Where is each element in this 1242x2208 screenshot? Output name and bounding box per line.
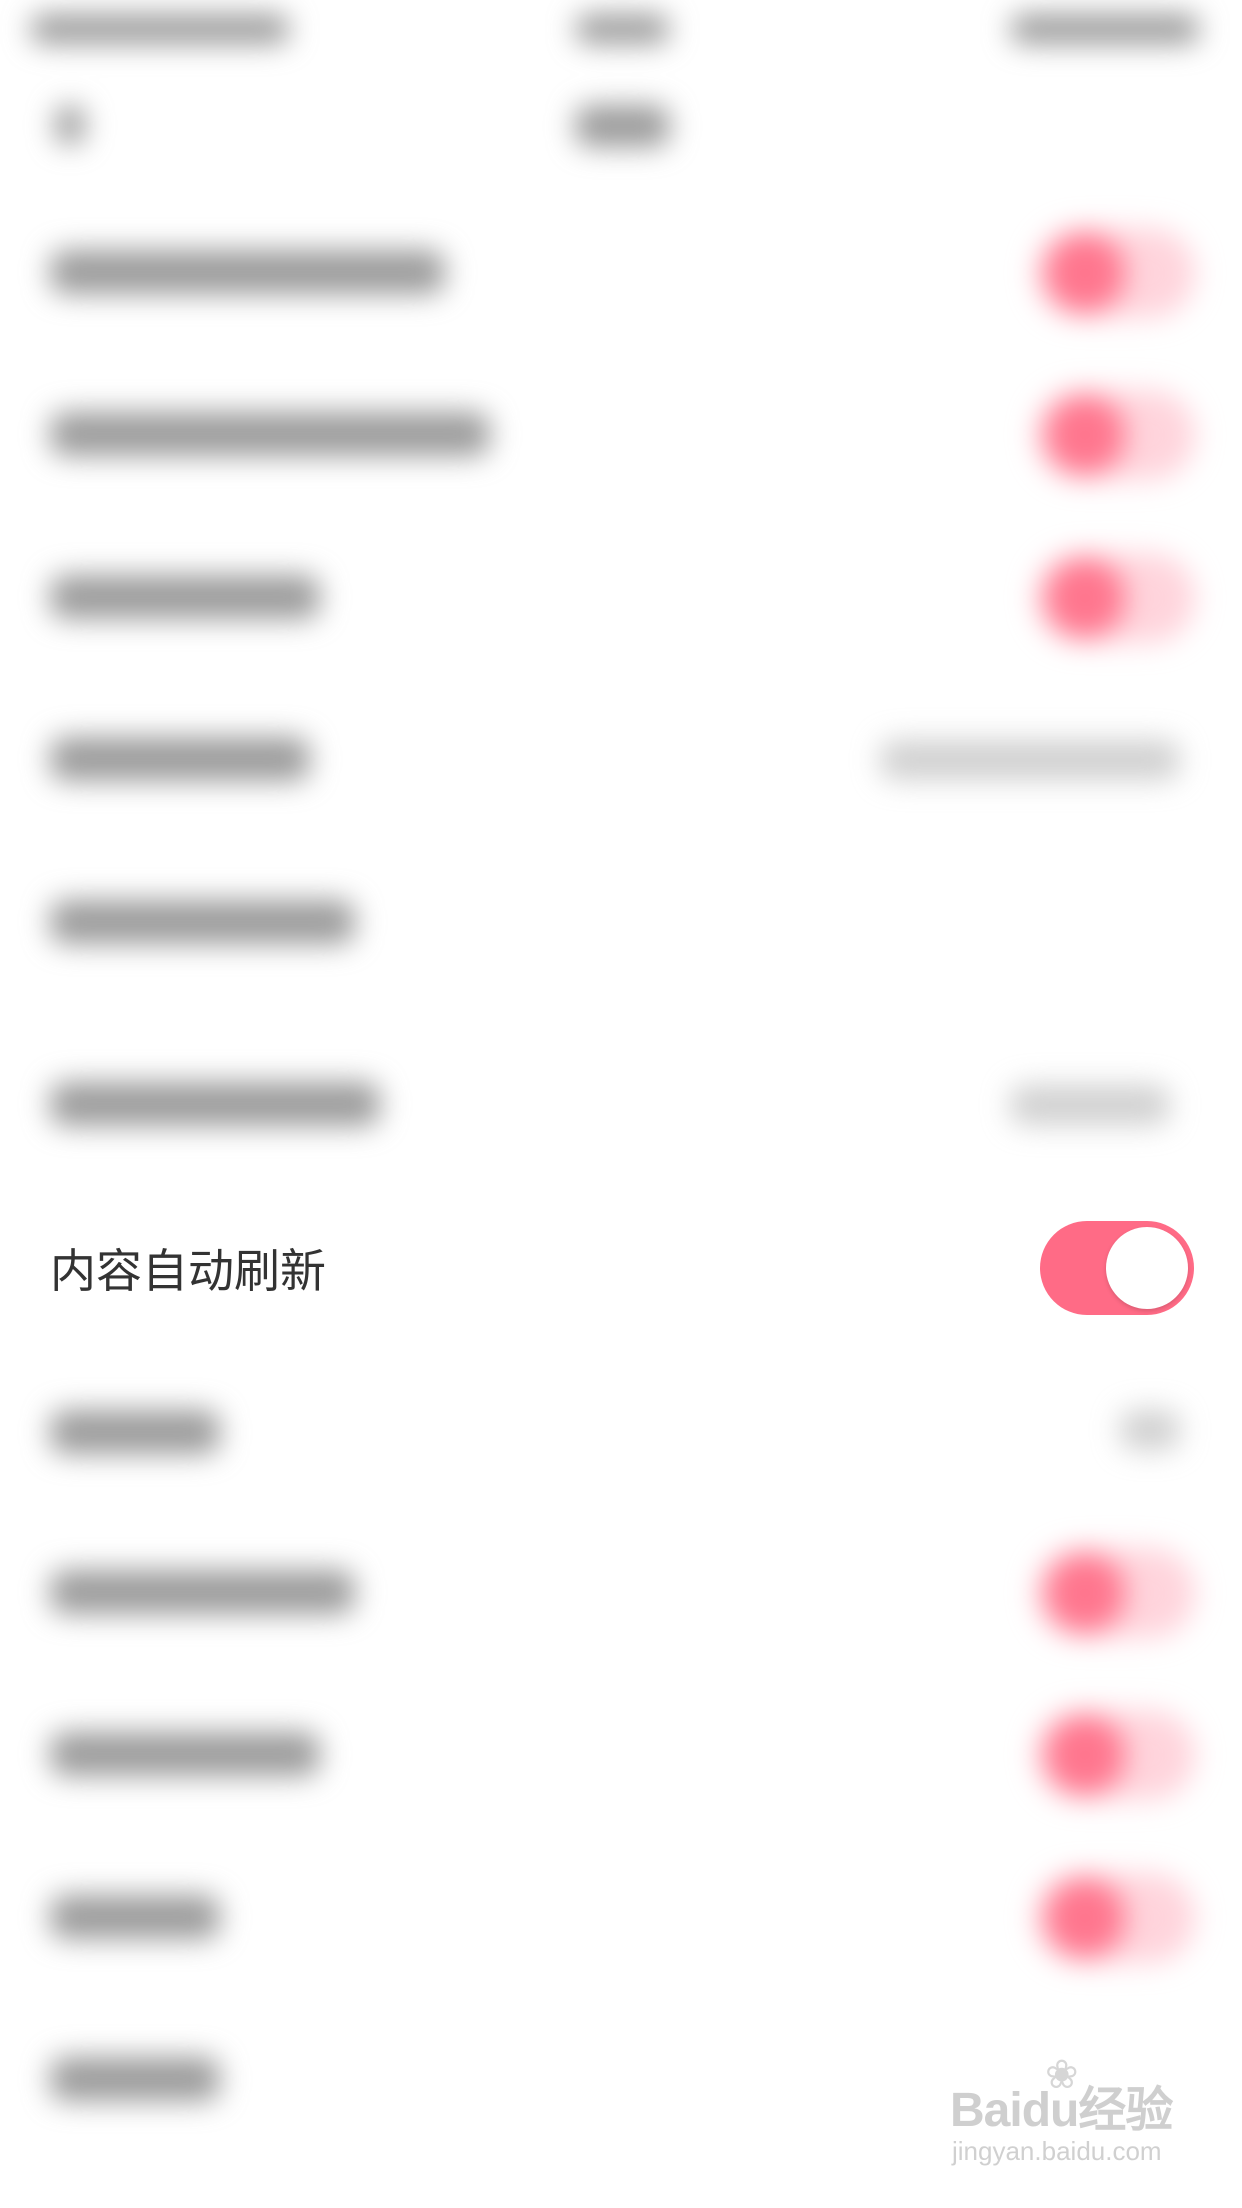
setting-toggle-knob: [1045, 1553, 1125, 1633]
setting-row-value: [1010, 1085, 1170, 1125]
status-bar-carrier: [30, 14, 290, 44]
watermark-logo: Baidu经验: [950, 2084, 1173, 2137]
setting-row-value: [880, 740, 1180, 780]
setting-row-label: [50, 1082, 380, 1126]
setting-row-label: [50, 250, 445, 294]
watermark-url: jingyan.baidu.com: [952, 2136, 1162, 2166]
setting-toggle-knob: [1045, 1715, 1125, 1795]
auto-refresh-toggle[interactable]: [1040, 1221, 1194, 1315]
status-bar-time: [575, 14, 670, 44]
setting-toggle-knob: [1045, 233, 1125, 313]
setting-row-label: [50, 900, 355, 944]
setting-row-value: [1120, 1410, 1180, 1450]
setting-row-label: [50, 575, 320, 619]
setting-row-label: 内容自动刷新: [50, 1244, 326, 1298]
toggle-knob: [1106, 1227, 1188, 1309]
setting-toggle-knob: [1045, 395, 1125, 475]
setting-row-label: [50, 1570, 355, 1614]
setting-row-label: [50, 412, 490, 456]
setting-toggle-knob: [1045, 1878, 1125, 1958]
setting-row-label: [50, 2057, 220, 2101]
status-bar-battery: [1010, 14, 1200, 44]
back-icon: [55, 105, 85, 145]
setting-row-label: [50, 1732, 320, 1776]
setting-toggle-knob: [1045, 558, 1125, 638]
nav-title: [575, 105, 670, 147]
setting-row-label: [50, 737, 310, 781]
setting-row-auto-refresh[interactable]: 内容自动刷新: [0, 1205, 1242, 1335]
setting-row-label: [50, 1895, 220, 1939]
setting-row-label: [50, 1410, 220, 1454]
baidu-jingyan-watermark: ❀ Baidu经验 jingyan.baidu.com: [950, 2053, 1200, 2190]
blurred-background: [0, 0, 1242, 2208]
